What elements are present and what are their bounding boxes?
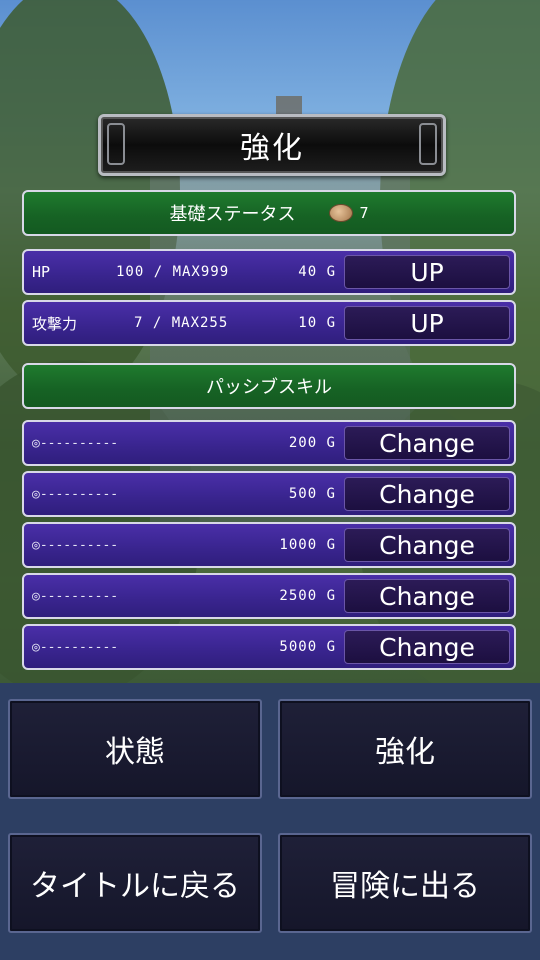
skill-row: ◎---------- 1000 G Change — [22, 522, 516, 568]
ornament-left — [107, 123, 125, 165]
skill-change-button[interactable]: Change — [344, 426, 510, 460]
skill-name: ◎---------- — [32, 588, 119, 604]
stat-label: 攻撃力 — [32, 314, 78, 333]
go-adventure-button[interactable]: 冒険に出る — [278, 833, 532, 933]
stat-row-attack: 攻撃力 7 / MAX255 10 G UP — [22, 300, 516, 346]
attack-up-button[interactable]: UP — [344, 306, 510, 340]
bottom-menu: 状態 強化 タイトルに戻る 冒険に出る — [0, 683, 540, 960]
skill-change-button[interactable]: Change — [344, 528, 510, 562]
skill-name: ◎---------- — [32, 639, 119, 655]
passive-skill-header: パッシブスキル — [22, 363, 516, 409]
stat-cost: 40 G — [298, 264, 336, 280]
back-to-title-button[interactable]: タイトルに戻る — [8, 833, 262, 933]
skill-row: ◎---------- 2500 G Change — [22, 573, 516, 619]
enhance-button[interactable]: 強化 — [278, 699, 532, 799]
skill-row: ◎---------- 5000 G Change — [22, 624, 516, 670]
base-status-label: 基礎ステータス — [169, 204, 296, 225]
skill-cost: 2500 G — [279, 588, 336, 604]
status-button[interactable]: 状態 — [8, 699, 262, 799]
skill-row: ◎---------- 500 G Change — [22, 471, 516, 517]
stat-value: 7 / MAX255 — [134, 315, 229, 331]
skill-cost: 1000 G — [279, 537, 336, 553]
base-status-header: 基礎ステータス 7 — [22, 190, 516, 236]
skill-change-button[interactable]: Change — [344, 630, 510, 664]
stat-row-hp: HP 100 / MAX999 40 G UP — [22, 249, 516, 295]
skill-cost: 500 G — [288, 486, 336, 502]
skill-name: ◎---------- — [32, 435, 119, 451]
coin-icon — [329, 204, 354, 222]
stat-label: HP — [32, 263, 51, 281]
skill-cost: 5000 G — [279, 639, 336, 655]
hp-up-button[interactable]: UP — [344, 255, 510, 289]
skill-name: ◎---------- — [32, 537, 119, 553]
skill-cost: 200 G — [288, 435, 336, 451]
passive-skill-label: パッシブスキル — [206, 377, 332, 398]
skill-row: ◎---------- 200 G Change — [22, 420, 516, 466]
ornament-right — [419, 123, 437, 165]
stat-value: 100 / MAX999 — [116, 264, 230, 280]
page-title-plate: 強化 — [98, 114, 446, 176]
skill-name: ◎---------- — [32, 486, 119, 502]
page-title: 強化 — [240, 131, 304, 166]
stat-cost: 10 G — [298, 315, 336, 331]
coin-count: 7 — [359, 204, 369, 222]
skill-change-button[interactable]: Change — [344, 579, 510, 613]
skill-change-button[interactable]: Change — [344, 477, 510, 511]
